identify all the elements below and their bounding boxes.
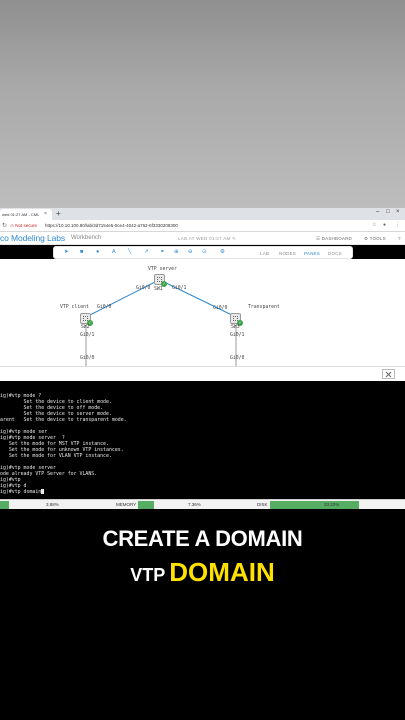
cpu-value: 3.88%	[46, 502, 59, 507]
browser-tab[interactable]: wed 01:27 AM - CML ×	[0, 209, 52, 220]
tab-docs[interactable]: DOCS	[328, 251, 342, 256]
security-warning[interactable]: ⚠ Not secure	[10, 223, 37, 229]
help-button[interactable]: ?	[398, 236, 401, 241]
disk-value: 33.22%	[324, 502, 340, 507]
zoom-in-icon[interactable]: ⊕	[174, 249, 179, 255]
switch-node-sw3[interactable]: ✓	[230, 313, 243, 326]
blurred-background	[0, 0, 405, 208]
close-icon[interactable]: ×	[44, 211, 47, 217]
iface-label: Gi0/1	[172, 286, 187, 291]
new-tab-button[interactable]: +	[56, 209, 61, 218]
console-pane-header	[0, 366, 405, 381]
select-tool-icon[interactable]: ➤	[64, 249, 69, 255]
menu-icon[interactable]: ⋮	[395, 222, 400, 228]
tab-lab[interactable]: LAB	[260, 251, 269, 256]
workbench-link[interactable]: Workbench	[71, 235, 101, 241]
tab-panes[interactable]: PANES	[304, 251, 320, 256]
settings-icon[interactable]: ⚙	[220, 249, 225, 255]
caption-highlight: DOMAIN	[169, 557, 275, 587]
reload-icon[interactable]: ↻	[2, 222, 7, 229]
line-tool-icon[interactable]: ╲	[128, 249, 131, 255]
iface-label: Gi0/0	[97, 305, 112, 310]
profile-icon[interactable]: ●	[383, 222, 386, 228]
tools-button[interactable]: ⚙ TOOLS	[364, 236, 386, 242]
console-terminal[interactable]: ig)#vtp mode ? Set the device to client …	[0, 381, 405, 498]
zoom-out-icon[interactable]: ⊖	[188, 249, 193, 255]
terminal-cursor	[41, 489, 45, 494]
switch-node-sw1[interactable]: ✓	[154, 274, 167, 287]
node-label-sw3: Transparent	[248, 305, 280, 310]
iface-label: Gi0/0	[213, 306, 228, 311]
memory-usage-bar	[138, 501, 155, 509]
tab-nodes[interactable]: NODES	[279, 251, 296, 256]
minimize-icon[interactable]: –	[376, 209, 379, 215]
terminal-line: arent Set the device to transparent mode…	[0, 417, 127, 423]
app-brand[interactable]: co Modeling Labs	[0, 233, 65, 243]
terminal-prompt: ig)#vtp domain	[0, 489, 45, 495]
memory-value: 7.36%	[188, 502, 201, 507]
star-icon[interactable]: ☆	[372, 222, 376, 228]
dashboard-button[interactable]: ☰ DASHBOARD	[316, 236, 352, 242]
tab-title: wed 01:27 AM - CML	[2, 212, 40, 217]
iface-label: Gi0/0	[136, 286, 151, 291]
resource-status-bar: 3.88% MEMORY 7.36% DISK 33.22%	[0, 499, 405, 509]
cpu-usage-bar	[0, 501, 10, 509]
lab-title[interactable]: LAB AT WED 01:27 AM ✎	[178, 236, 236, 242]
topology-links	[85, 279, 237, 366]
maximize-icon[interactable]: □	[386, 209, 390, 215]
browser-tab-bar: wed 01:27 AM - CML × + – □ ×	[0, 208, 405, 220]
disk-label: DISK	[257, 502, 268, 507]
rectangle-tool-icon[interactable]: ■	[80, 249, 83, 255]
iface-label: Gi0/1	[230, 333, 245, 338]
iface-label: Gi0/0	[80, 356, 95, 361]
url-text[interactable]: https://10.10.100.80/lab/3d7154e5-0ce4-4…	[45, 223, 178, 228]
close-window-icon[interactable]: ×	[396, 209, 400, 215]
node-name-sw3: SW3	[231, 325, 240, 330]
edit-icon: ✎	[232, 236, 237, 241]
iface-label: Gi0/0	[230, 356, 245, 361]
node-name-sw2: SW2	[81, 325, 90, 330]
node-name-sw1: SW1	[154, 287, 163, 292]
caption-prefix: VTP	[130, 565, 166, 585]
fit-icon[interactable]: ⊙	[202, 249, 207, 255]
link-tool-icon[interactable]: ⚭	[160, 249, 165, 255]
node-label-sw1: VTP server	[148, 267, 177, 272]
app-header: co Modeling Labs Workbench LAB AT WED 01…	[0, 232, 405, 245]
topology-canvas[interactable]: VTP server ✓ SW1 Gi0/0 Gi0/1 VTP client …	[0, 259, 405, 366]
arrow-tool-icon[interactable]: ↗	[144, 249, 149, 255]
caption-line-2: VTP DOMAIN	[0, 557, 405, 588]
canvas-toolbar: ➤ ■ ● A ╲ ↗ ⚭ ⊕ ⊖ ⊙ ⚙ LAB NODES PANES DO…	[53, 246, 353, 259]
memory-label: MEMORY	[116, 502, 137, 507]
node-label-sw2: VTP client	[60, 305, 89, 310]
caption-line-1: CREATE A DOMAIN	[102, 526, 303, 551]
terminal-line: Set the mode for VLAN VTP instance.	[0, 453, 112, 459]
switch-node-sw2[interactable]: ✓	[80, 313, 93, 326]
ellipse-tool-icon[interactable]: ●	[96, 249, 99, 255]
disk-usage-bar	[270, 501, 360, 509]
address-bar[interactable]: ↻ ⚠ Not secure https://10.10.100.80/lab/…	[0, 220, 405, 232]
text-tool-icon[interactable]: A	[112, 249, 116, 255]
close-pane-icon[interactable]	[382, 369, 395, 379]
iface-label: Gi0/1	[80, 333, 95, 338]
